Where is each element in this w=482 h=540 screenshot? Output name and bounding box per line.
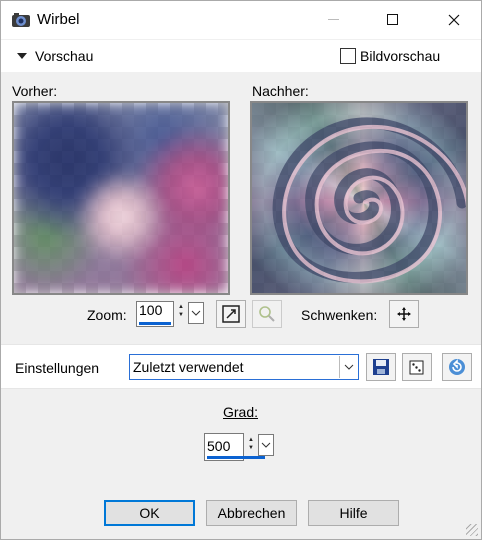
- before-label: Vorher:: [12, 83, 58, 99]
- after-label: Nachher:: [252, 83, 309, 99]
- maximize-button[interactable]: [370, 1, 416, 39]
- move-cross-icon: [397, 307, 411, 321]
- fit-window-icon: [222, 305, 240, 323]
- title-bar[interactable]: Wirbel: [1, 1, 481, 39]
- zoom-input[interactable]: 100: [136, 301, 174, 327]
- degree-input[interactable]: 500: [204, 433, 265, 461]
- before-image: [14, 103, 228, 293]
- pan-label: Schwenken:: [301, 307, 378, 323]
- chevron-down-icon: [191, 310, 201, 316]
- after-preview[interactable]: [250, 101, 468, 295]
- dialog-window: Wirbel Vorschau Bildvorschau Vorher: Nac…: [0, 0, 482, 540]
- app-icon: [11, 11, 31, 29]
- zoom-value-bar: [139, 322, 171, 325]
- zoom-magnifier-button[interactable]: [252, 300, 282, 328]
- zoom-label: Zoom:: [87, 307, 127, 323]
- degree-value: 500: [207, 438, 231, 454]
- collapse-triangle-icon[interactable]: [17, 53, 27, 59]
- image-preview-label[interactable]: Bildvorschau: [360, 48, 440, 64]
- degree-value-bar: [207, 456, 265, 459]
- magnifier-icon: [259, 306, 275, 322]
- preview-section-header: Vorschau Bildvorschau: [1, 40, 481, 72]
- cancel-button[interactable]: Abbrechen: [206, 500, 297, 526]
- zoom-fit-button[interactable]: [216, 300, 246, 328]
- randomize-button[interactable]: [402, 353, 432, 381]
- spin-up-icon[interactable]: ▲: [173, 303, 189, 311]
- preset-select[interactable]: Zuletzt verwendet: [129, 354, 359, 380]
- save-preset-button[interactable]: [366, 353, 396, 381]
- close-button[interactable]: [431, 1, 477, 39]
- resize-grip-icon[interactable]: [466, 524, 478, 536]
- settings-label: Einstellungen: [15, 360, 100, 376]
- dice-icon: [409, 360, 424, 375]
- degree-stepper[interactable]: ▲ ▼: [243, 436, 259, 452]
- window-title: Wirbel: [37, 11, 80, 28]
- after-image: [252, 103, 466, 293]
- spin-up-icon[interactable]: ▲: [243, 436, 259, 444]
- spin-down-icon[interactable]: ▼: [243, 444, 259, 452]
- zoom-stepper[interactable]: ▲ ▼: [173, 303, 189, 319]
- reset-button[interactable]: [442, 353, 472, 381]
- ok-button[interactable]: OK: [104, 500, 195, 526]
- settings-bar: Einstellungen Zuletzt verwendet: [1, 344, 481, 389]
- save-icon: [373, 359, 389, 375]
- minimize-button[interactable]: [311, 1, 357, 39]
- degree-label: Grad:: [223, 404, 259, 420]
- reset-icon: [449, 359, 465, 375]
- zoom-value: 100: [139, 302, 163, 318]
- degree-dropdown-button[interactable]: [258, 434, 274, 456]
- chevron-down-icon: [261, 442, 271, 448]
- chevron-down-icon[interactable]: [339, 356, 357, 378]
- preset-value: Zuletzt verwendet: [133, 359, 244, 375]
- pan-button[interactable]: [389, 300, 419, 328]
- image-preview-checkbox[interactable]: [340, 48, 356, 64]
- help-button[interactable]: Hilfe: [308, 500, 399, 526]
- zoom-dropdown-button[interactable]: [188, 302, 204, 324]
- spin-down-icon[interactable]: ▼: [173, 311, 189, 319]
- preview-section-title[interactable]: Vorschau: [35, 48, 93, 64]
- before-preview[interactable]: [12, 101, 230, 295]
